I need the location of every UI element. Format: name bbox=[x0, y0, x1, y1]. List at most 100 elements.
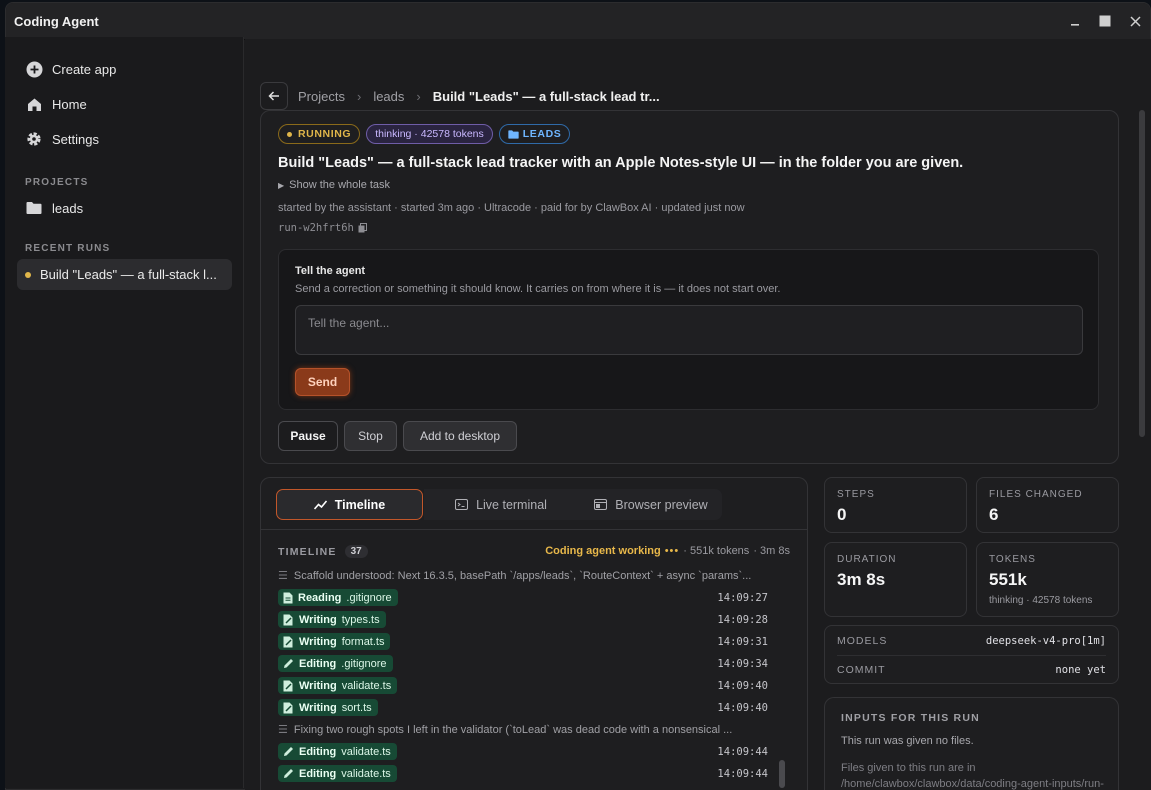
timeline-note[interactable]: ☰ Scaffold understood: Next 16.3.5, baseP… bbox=[278, 566, 768, 585]
run-details: MODELS deepseek-v4-pro[1m] COMMIT none y… bbox=[824, 625, 1119, 684]
timestamp: 14:09:27 bbox=[717, 591, 768, 604]
timeline-card: Timeline Live terminal Browser preview T… bbox=[260, 477, 808, 790]
file-edit-icon bbox=[283, 636, 294, 648]
thinking-badge: thinking · 42578 tokens bbox=[366, 124, 493, 144]
nav-home[interactable]: Home bbox=[17, 90, 232, 118]
nav-label: Create app bbox=[52, 61, 117, 77]
title-bar: Coding Agent bbox=[6, 3, 1150, 40]
projects-heading: PROJECTS bbox=[25, 177, 89, 188]
nav-create-app[interactable]: Create app bbox=[17, 55, 232, 83]
send-button[interactable]: Send bbox=[295, 368, 350, 396]
timestamp: 14:09:31 bbox=[717, 635, 768, 648]
timeline-action[interactable]: Editing validate.ts 14:09:44 bbox=[278, 742, 768, 761]
file-icon bbox=[283, 592, 293, 604]
action-chip: Writing validate.ts bbox=[278, 677, 398, 694]
timeline-action[interactable]: Writing sort.ts 14:09:40 bbox=[278, 698, 768, 717]
breadcrumb-projects[interactable]: Projects bbox=[298, 89, 345, 104]
stat-duration: DURATION 3m 8s bbox=[824, 542, 967, 617]
action-chip: Editing validate.ts bbox=[278, 743, 397, 760]
timestamp: 14:09:44 bbox=[717, 745, 768, 758]
arrow-left-icon bbox=[268, 91, 279, 101]
timeline-status: Coding agent working ••• · 551k tokens ·… bbox=[545, 545, 790, 557]
timeline-action[interactable]: Editing .gitignore 14:09:34 bbox=[278, 654, 768, 673]
running-status-dot bbox=[25, 271, 31, 278]
gear-icon bbox=[25, 130, 43, 148]
caret-right-icon: ▶ bbox=[278, 181, 285, 190]
recent-run-label: Build "Leads" — a full-stack l... bbox=[40, 267, 217, 282]
stat-files-changed: FILES CHANGED 6 bbox=[976, 477, 1119, 533]
timestamp: 14:09:28 bbox=[717, 613, 768, 626]
run-id: run-w2hfrt6h bbox=[278, 222, 367, 234]
stat-steps: STEPS 0 bbox=[824, 477, 967, 533]
inputs-description: Files given to this run are in /home/cla… bbox=[841, 762, 1104, 790]
tab-timeline[interactable]: Timeline bbox=[276, 489, 423, 520]
timeline-heading: TIMELINE 37 bbox=[278, 545, 368, 558]
sidebar: Create app Home Settings PROJECTS leads … bbox=[5, 37, 244, 788]
recent-run-item[interactable]: Build "Leads" — a full-stack l... bbox=[17, 259, 232, 290]
breadcrumb: Projects › leads › Build "Leads" — a ful… bbox=[260, 82, 660, 110]
plus-circle-icon bbox=[25, 60, 43, 78]
file-edit-icon bbox=[283, 614, 294, 626]
file-edit-icon bbox=[283, 680, 294, 692]
trend-icon bbox=[313, 499, 327, 510]
close-icon[interactable] bbox=[1126, 12, 1144, 30]
action-chip: Reading .gitignore bbox=[278, 589, 398, 606]
project-label: leads bbox=[52, 200, 84, 216]
timeline-action[interactable]: Writing format.ts 14:09:31 bbox=[278, 632, 768, 651]
file-edit-icon bbox=[283, 702, 294, 714]
timestamp: 14:09:44 bbox=[717, 767, 768, 780]
nav-label: Home bbox=[52, 96, 87, 112]
models-row: MODELS deepseek-v4-pro[1m] bbox=[837, 634, 1106, 647]
tab-browser-preview[interactable]: Browser preview bbox=[591, 489, 711, 520]
inputs-card: INPUTS FOR THIS RUN This run was given n… bbox=[824, 697, 1119, 790]
tell-agent-panel: Tell the agent Send a correction or some… bbox=[278, 249, 1099, 410]
inputs-none: This run was given no files. bbox=[841, 735, 974, 747]
folder-icon bbox=[508, 129, 519, 139]
pencil-icon bbox=[283, 768, 294, 779]
stop-button[interactable]: Stop bbox=[344, 421, 397, 451]
tab-bar: Timeline Live terminal Browser preview bbox=[261, 478, 807, 530]
show-whole-task-toggle[interactable]: ▶ Show the whole task bbox=[278, 179, 390, 191]
minimize-icon[interactable] bbox=[1066, 12, 1084, 30]
pause-button[interactable]: Pause bbox=[278, 421, 338, 451]
timeline-action[interactable]: Writing types.ts 14:09:28 bbox=[278, 610, 768, 629]
chevron-right-icon: › bbox=[356, 88, 362, 104]
pencil-icon bbox=[283, 658, 294, 669]
tab-live-terminal[interactable]: Live terminal bbox=[451, 489, 551, 520]
timeline-action[interactable]: Editing validate.ts 14:09:44 bbox=[278, 764, 768, 783]
copy-icon[interactable] bbox=[358, 223, 367, 233]
task-card: RUNNING thinking · 42578 tokens LEADS Bu… bbox=[260, 110, 1119, 464]
breadcrumb-leads[interactable]: leads bbox=[373, 89, 404, 104]
maximize-icon[interactable] bbox=[1096, 12, 1114, 30]
timeline-scrollbar[interactable] bbox=[779, 760, 785, 788]
timeline-count: 37 bbox=[344, 545, 368, 558]
main-scrollbar[interactable] bbox=[1139, 110, 1145, 437]
action-chip: Writing types.ts bbox=[278, 611, 386, 628]
inputs-title: INPUTS FOR THIS RUN bbox=[841, 712, 980, 724]
home-icon bbox=[25, 95, 43, 113]
add-to-desktop-button[interactable]: Add to desktop bbox=[403, 421, 517, 451]
nav-settings[interactable]: Settings bbox=[17, 125, 232, 153]
back-button[interactable] bbox=[260, 82, 288, 110]
timestamp: 14:09:40 bbox=[717, 701, 768, 714]
lines-icon: ☰ bbox=[278, 724, 288, 736]
project-leads[interactable]: leads bbox=[17, 194, 232, 222]
stat-tokens: TOKENS 551k thinking · 42578 tokens bbox=[976, 542, 1119, 617]
tell-agent-description: Send a correction or something it should… bbox=[295, 283, 781, 295]
timestamp: 14:09:40 bbox=[717, 679, 768, 692]
project-badge: LEADS bbox=[498, 124, 571, 144]
window-title: Coding Agent bbox=[14, 13, 99, 29]
task-meta: started by the assistant · started 3m ag… bbox=[278, 202, 745, 214]
action-chip: Writing sort.ts bbox=[278, 699, 378, 716]
timeline-action[interactable]: Writing validate.ts 14:09:40 bbox=[278, 676, 768, 695]
timeline-note[interactable]: ☰ Fixing two rough spots I left in the va… bbox=[278, 720, 768, 739]
pencil-icon bbox=[283, 746, 294, 757]
tell-agent-input[interactable] bbox=[295, 305, 1083, 355]
terminal-icon bbox=[455, 499, 469, 510]
action-chip: Editing validate.ts bbox=[278, 765, 397, 782]
working-dots-icon: ••• bbox=[664, 545, 680, 557]
timeline-action[interactable]: Reading .gitignore 14:09:27 bbox=[278, 588, 768, 607]
action-chip: Editing .gitignore bbox=[278, 655, 393, 672]
breadcrumb-current: Build "Leads" — a full-stack lead tr... bbox=[432, 88, 660, 104]
task-title: Build "Leads" — a full-stack lead tracke… bbox=[278, 155, 964, 171]
